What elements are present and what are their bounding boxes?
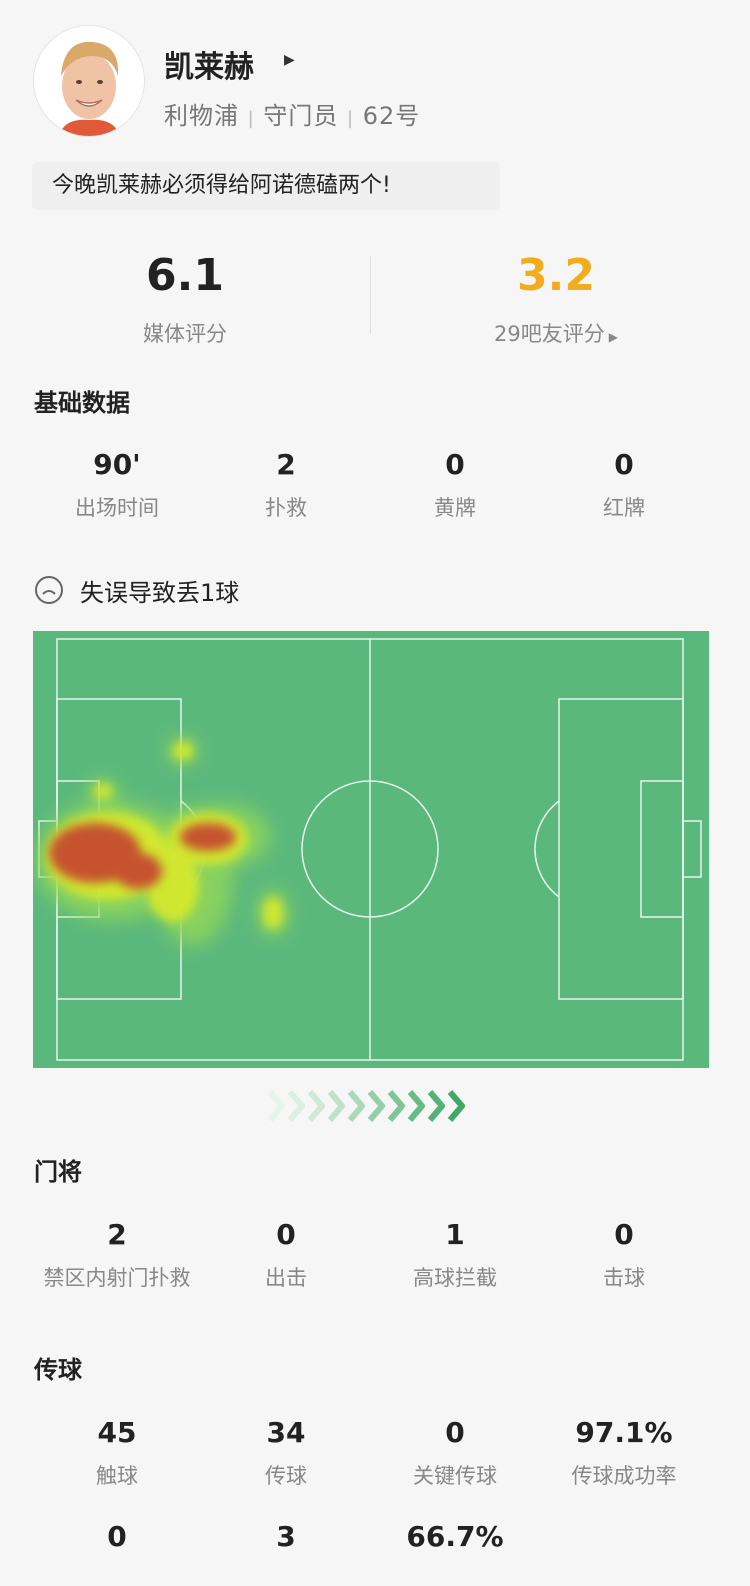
minutes-label: 出场时间 <box>75 496 159 520</box>
caret-right-icon: ▶ <box>608 330 618 344</box>
player-number: 62号 <box>362 102 421 130</box>
fan-score[interactable]: 3.2 <box>371 250 741 301</box>
punches-value: 0 <box>614 1218 634 1251</box>
saves-value: 2 <box>276 448 296 481</box>
passing-title: 传球 <box>34 1356 82 1384</box>
punches-label: 击球 <box>603 1266 645 1290</box>
error-notice: 失误导致丢1球 <box>80 579 240 607</box>
red-card-label: 红牌 <box>603 496 645 520</box>
key-passes-value: 0 <box>445 1416 465 1449</box>
fan-score-label: 29吧友评分 <box>494 322 605 346</box>
pass-accuracy-label: 传球成功率 <box>571 1464 677 1488</box>
saves-label: 扑救 <box>265 496 307 520</box>
player-meta: 利物浦 | 守门员 | 62号 <box>164 96 420 131</box>
yellow-card-value: 0 <box>445 448 465 481</box>
touches-value: 45 <box>97 1416 137 1449</box>
heatmap-svg <box>35 638 702 1061</box>
caret-right-icon[interactable]: ▶ <box>284 52 295 68</box>
sweeper-label: 出击 <box>265 1266 307 1290</box>
media-score: 6.1 <box>146 250 224 301</box>
player-team: 利物浦 <box>164 102 239 130</box>
passing-row2-value-2: 3 <box>276 1520 296 1553</box>
touches-label: 触球 <box>96 1464 138 1488</box>
box-saves-value: 2 <box>107 1218 127 1251</box>
fan-score-link[interactable]: 29吧友评分 ▶ <box>371 318 741 348</box>
meta-separator: | <box>347 108 355 129</box>
player-position: 守门员 <box>263 102 339 130</box>
pass-accuracy-value: 97.1% <box>575 1416 673 1449</box>
meta-separator: | <box>247 108 255 129</box>
passes-label: 传球 <box>265 1464 307 1488</box>
sweeper-value: 0 <box>276 1218 296 1251</box>
key-passes-label: 关键传球 <box>413 1464 497 1488</box>
sad-face-icon <box>35 576 63 604</box>
high-claims-label: 高球拦截 <box>413 1266 497 1290</box>
passing-row2-value-1: 0 <box>107 1520 127 1553</box>
player-name[interactable]: 凯莱赫 <box>164 42 254 86</box>
yellow-card-label: 黄牌 <box>434 496 476 520</box>
player-photo <box>34 26 144 136</box>
player-avatar[interactable] <box>34 26 144 136</box>
passing-row2-value-3: 66.7% <box>406 1520 504 1553</box>
passes-value: 34 <box>266 1416 306 1449</box>
player-quote: 今晚凯莱赫必须得给阿诺德磕两个! <box>32 162 500 210</box>
media-score-label: 媒体评分 <box>143 322 227 346</box>
basic-stats-title: 基础数据 <box>34 389 130 417</box>
goalkeeping-title: 门将 <box>34 1158 82 1186</box>
high-claims-value: 1 <box>445 1218 465 1251</box>
chevron-right-icon <box>267 1090 465 1122</box>
heatmap-pitch <box>33 631 709 1068</box>
minutes-value: 90' <box>93 448 141 481</box>
red-card-value: 0 <box>614 448 634 481</box>
box-saves-label: 禁区内射门扑救 <box>43 1266 191 1290</box>
